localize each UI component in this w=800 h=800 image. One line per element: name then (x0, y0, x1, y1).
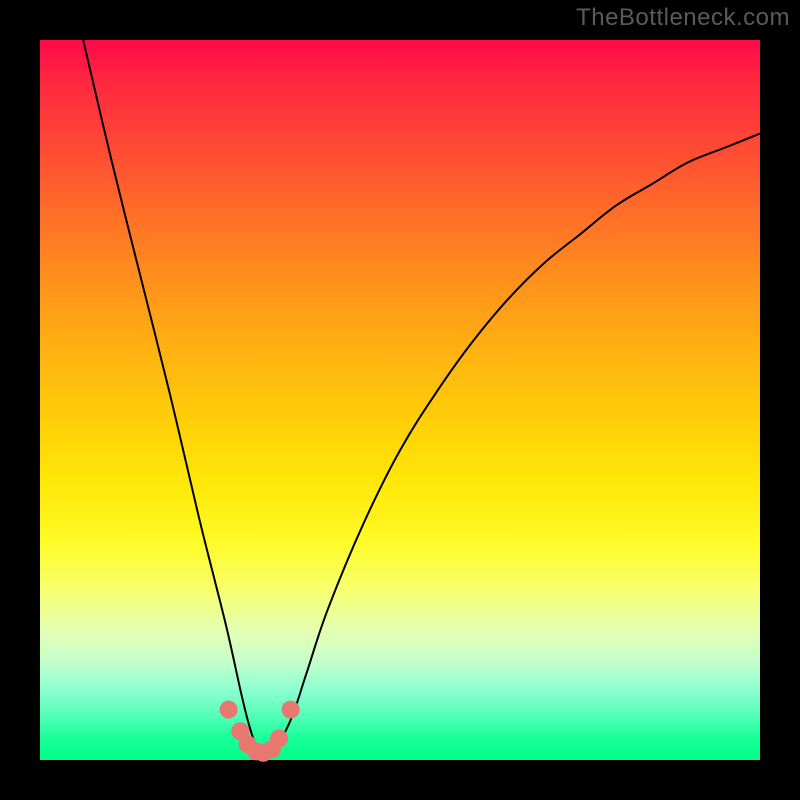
highlight-marker (270, 729, 288, 747)
watermark-text: TheBottleneck.com (576, 4, 790, 32)
chart-container: TheBottleneck.com (0, 0, 800, 800)
bottleneck-curve (83, 40, 760, 754)
chart-svg (40, 40, 760, 760)
highlight-marker (220, 701, 238, 719)
highlight-marker (282, 701, 300, 719)
plot-area (40, 40, 760, 760)
marker-group (220, 701, 300, 762)
